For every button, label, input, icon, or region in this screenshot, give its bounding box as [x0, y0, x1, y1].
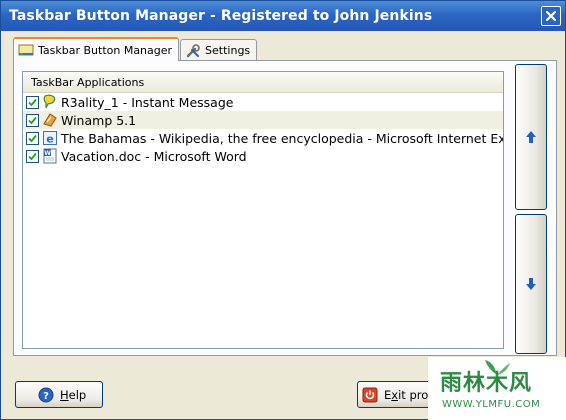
- list-item[interactable]: Winamp 5.1: [23, 111, 503, 129]
- list-item-label: The Bahamas - Wikipedia, the free encycl…: [61, 130, 503, 146]
- checkmark-icon: [28, 116, 37, 124]
- tab-label: Taskbar Button Manager: [38, 43, 173, 57]
- help-button-label: Help: [60, 388, 86, 402]
- list-item[interactable]: e The Bahamas - Wikipedia, the free ency…: [23, 129, 503, 147]
- list-item[interactable]: R3ality_1 - Instant Message: [23, 93, 503, 111]
- checkbox[interactable]: [26, 131, 39, 145]
- list-item-label: R3ality_1 - Instant Message: [61, 94, 234, 110]
- move-down-button[interactable]: [515, 214, 547, 354]
- main-window: Taskbar Button Manager - Registered to J…: [0, 0, 566, 420]
- arrow-up-icon: [526, 131, 536, 143]
- checkbox[interactable]: [26, 113, 39, 127]
- application-list[interactable]: TaskBar Applications R3ality_1 - Instant…: [22, 71, 504, 349]
- power-icon: [362, 387, 378, 403]
- list-item-label: Winamp 5.1: [61, 112, 137, 128]
- help-accelerator: H: [60, 387, 69, 402]
- help-button[interactable]: ? Help: [15, 381, 103, 408]
- list-column-header[interactable]: TaskBar Applications: [23, 72, 503, 93]
- window-title: Taskbar Button Manager - Registered to J…: [9, 8, 433, 24]
- tab-label: Settings: [205, 44, 251, 57]
- checkbox[interactable]: [26, 95, 39, 109]
- checkmark-icon: [28, 134, 37, 142]
- svg-text:?: ?: [43, 391, 49, 402]
- list-item-label: Vacation.doc - Microsoft Word: [61, 148, 247, 164]
- messenger-icon: [42, 94, 58, 110]
- tab-taskbar-button-manager[interactable]: Taskbar Button Manager: [13, 37, 180, 61]
- help-icon: ?: [38, 387, 54, 403]
- tab-settings[interactable]: Settings: [180, 39, 258, 61]
- tools-icon: [185, 43, 201, 59]
- tab-panel: TaskBar Applications R3ality_1 - Instant…: [13, 60, 557, 356]
- help-label-rest: elp: [68, 387, 87, 402]
- svg-text:W: W: [44, 150, 51, 157]
- close-icon: [545, 10, 557, 22]
- move-up-button[interactable]: [515, 64, 547, 210]
- watermark-logo: 雨林木风 WWW.YLMFU.COM: [428, 357, 566, 420]
- title-bar[interactable]: Taskbar Button Manager - Registered to J…: [1, 1, 565, 31]
- checkbox[interactable]: [26, 149, 39, 163]
- arrow-down-icon: [526, 278, 536, 290]
- checkmark-icon: [28, 152, 37, 160]
- internet-explorer-icon: e: [42, 130, 58, 146]
- tab-strip: Taskbar Button Manager Settings: [13, 37, 258, 61]
- list-item[interactable]: W Vacation.doc - Microsoft Word: [23, 147, 503, 165]
- watermark-text: 雨林木风: [440, 371, 533, 396]
- winamp-icon: [42, 112, 58, 128]
- word-document-icon: W: [42, 148, 58, 164]
- close-button[interactable]: [541, 6, 561, 26]
- svg-text:e: e: [46, 133, 53, 146]
- taskbar-icon: [18, 42, 34, 58]
- watermark-url: WWW.YLMFU.COM: [442, 399, 541, 410]
- checkmark-icon: [28, 98, 37, 106]
